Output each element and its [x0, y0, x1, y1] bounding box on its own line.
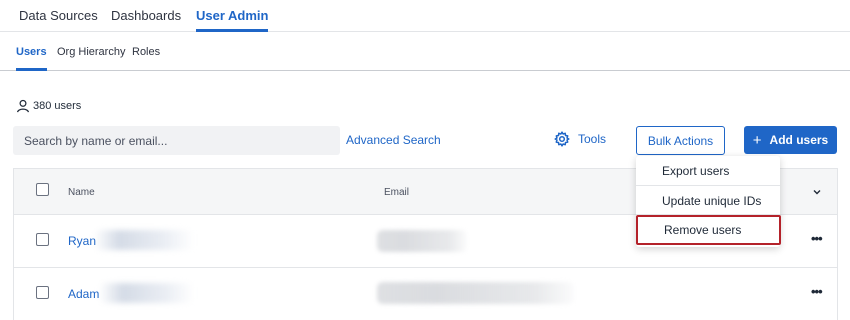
user-count-label: 380 users [33, 100, 82, 112]
row-checkbox[interactable] [36, 233, 49, 246]
top-navigation: Data Sources Dashboards User Admin [0, 0, 850, 32]
table-row: Adam ••• [14, 268, 837, 320]
gear-icon [554, 131, 570, 147]
redacted-email [377, 282, 574, 304]
bulk-actions-menu: Export users Update unique IDs Remove us… [636, 156, 781, 247]
redacted-name [99, 283, 194, 303]
select-all-checkbox[interactable] [36, 183, 49, 196]
tools-button[interactable]: Tools [554, 131, 606, 147]
user-count: 380 users [16, 97, 81, 115]
column-header-name: Name [68, 187, 95, 198]
search-box [13, 126, 340, 155]
user-name-link[interactable]: Adam [68, 287, 99, 301]
chevron-down-icon[interactable] [811, 186, 823, 198]
tab-data-sources[interactable]: Data Sources [19, 8, 98, 32]
menu-item-remove-users[interactable]: Remove users [636, 215, 781, 245]
user-icon [16, 99, 30, 113]
add-users-button[interactable]: + Add users [744, 126, 837, 154]
advanced-search-link[interactable]: Advanced Search [346, 133, 441, 147]
menu-item-export-users[interactable]: Export users [636, 156, 780, 185]
sub-navigation: Users Org Hierarchy Roles [0, 32, 850, 71]
search-input[interactable] [24, 133, 324, 148]
tab-users[interactable]: Users [16, 46, 47, 71]
row-menu-button[interactable]: ••• [811, 284, 823, 299]
redacted-email [377, 230, 467, 252]
plus-icon: + [752, 131, 762, 149]
tab-user-admin[interactable]: User Admin [196, 8, 269, 32]
tab-org-hierarchy[interactable]: Org Hierarchy [57, 46, 125, 71]
column-header-email: Email [384, 187, 410, 198]
tools-label: Tools [578, 132, 607, 146]
row-menu-button[interactable]: ••• [811, 231, 823, 246]
tab-roles[interactable]: Roles [132, 46, 160, 71]
add-users-label: Add users [769, 133, 829, 147]
bulk-actions-button[interactable]: Bulk Actions [636, 126, 725, 155]
row-checkbox[interactable] [36, 286, 49, 299]
menu-item-update-unique-ids[interactable]: Update unique IDs [636, 186, 780, 215]
user-name-link[interactable]: Ryan [68, 234, 96, 248]
tab-dashboards[interactable]: Dashboards [111, 8, 181, 32]
redacted-name [94, 230, 194, 250]
